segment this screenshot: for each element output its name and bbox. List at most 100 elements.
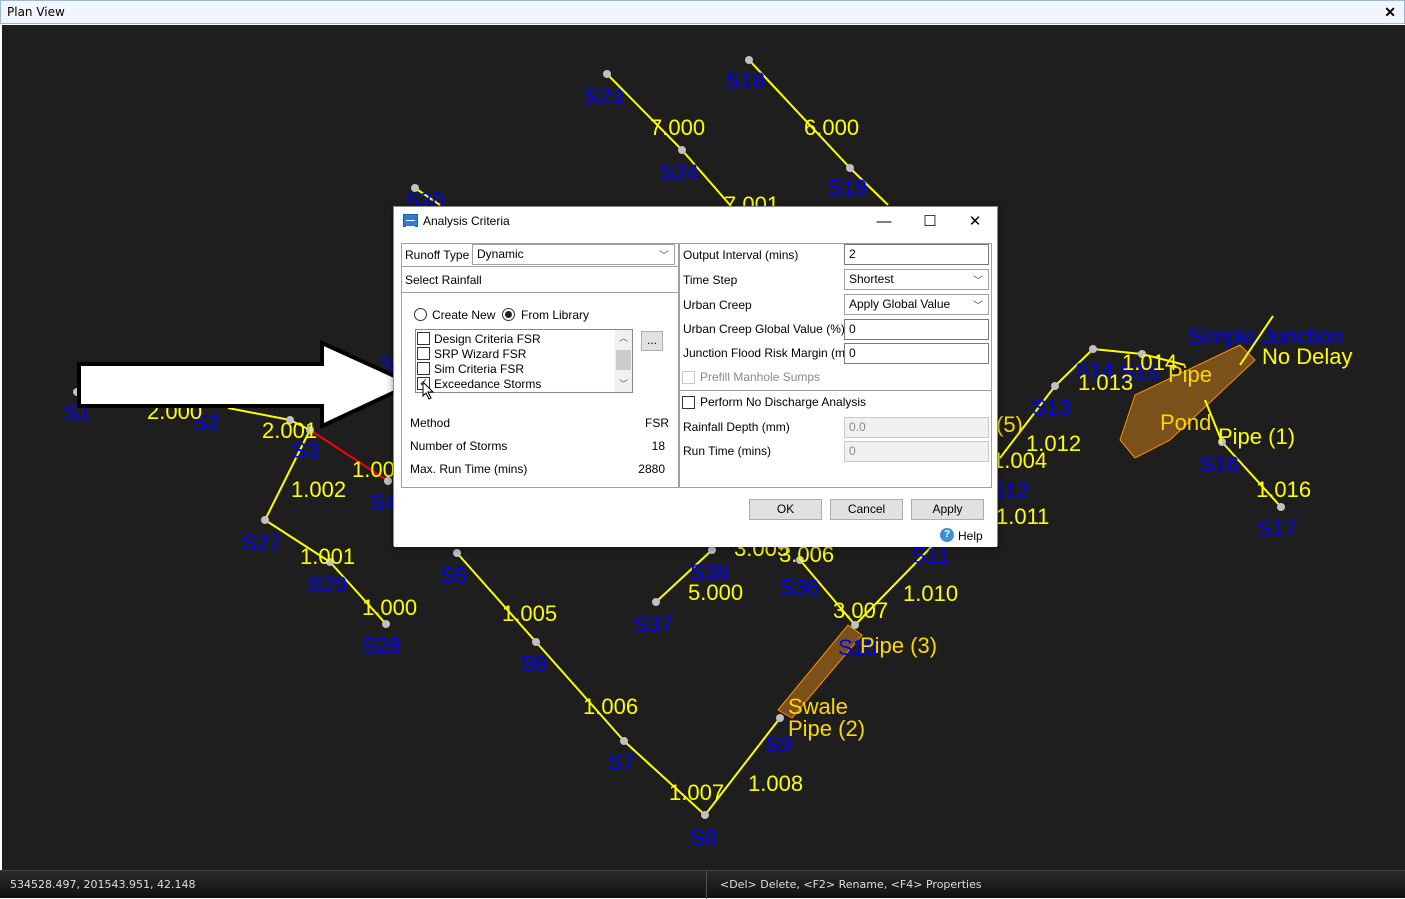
manhole-node[interactable] [1051, 382, 1059, 390]
runoff-type-value: Dynamic [477, 247, 524, 261]
list-item-label: SRP Wizard FSR [434, 347, 527, 361]
no-discharge-checkbox[interactable] [682, 396, 695, 409]
node-label: S18 [726, 68, 765, 93]
help-link[interactable]: Help [958, 529, 983, 543]
manhole-node[interactable] [846, 164, 854, 172]
list-item-label: Sim Criteria FSR [434, 362, 525, 376]
maximize-button[interactable]: ☐ [910, 211, 950, 233]
urban-creep-select[interactable]: Apply Global Value ﹀ [844, 294, 989, 315]
runoff-type-select[interactable]: Dynamic ﹀ [472, 244, 675, 265]
rainfall-depth-input[interactable]: 0.0 [844, 417, 989, 438]
node-label: S8 [690, 825, 717, 850]
browse-library-button[interactable]: ... [641, 331, 663, 351]
output-interval-label: Output Interval (mins) [683, 248, 799, 262]
run-time-label: Run Time (mins) [683, 444, 772, 458]
keyboard-hints: <Del> Delete, <F2> Rename, <F4> Properti… [720, 878, 982, 891]
minimize-button[interactable]: — [864, 211, 904, 233]
scroll-thumb[interactable] [616, 350, 631, 370]
annotation-arrow-icon [77, 340, 416, 430]
output-interval-input[interactable]: 2 [844, 244, 989, 265]
node-label: S19 [828, 175, 867, 200]
dialog-titlebar[interactable]: Analysis Criteria — ☐ ✕ [394, 207, 997, 237]
ok-button[interactable]: OK [749, 499, 822, 520]
list-item[interactable]: SRP Wizard FSR [417, 346, 617, 361]
from-library-radio[interactable] [502, 308, 515, 321]
node-label: S17 [1258, 516, 1297, 541]
manhole-node[interactable] [708, 546, 716, 554]
apply-button[interactable]: Apply [911, 499, 984, 520]
pipe-label: 1.011 [996, 504, 1049, 529]
node-label: S36 [780, 575, 819, 600]
manhole-node[interactable] [1277, 503, 1285, 511]
object-label: Pipe [1168, 362, 1212, 387]
help-icon[interactable]: ? [940, 528, 954, 542]
checkbox[interactable] [417, 347, 430, 361]
manhole-node[interactable] [453, 549, 461, 557]
close-icon[interactable]: ✕ [1384, 4, 1396, 21]
node-label: S37 [634, 612, 673, 637]
list-item[interactable]: Design Criteria FSR [417, 331, 617, 346]
create-new-label[interactable]: Create New [432, 308, 495, 322]
dialog-close-button[interactable]: ✕ [955, 211, 995, 233]
manhole-node[interactable] [745, 56, 753, 64]
status-bar: 534528.497, 201543.951, 42.148 <Del> Del… [0, 870, 1405, 899]
object-label: (5) [996, 412, 1023, 437]
list-item-label: Design Criteria FSR [434, 332, 541, 346]
scroll-down-icon[interactable]: ﹀ [615, 376, 632, 392]
object-label: Pond [1160, 410, 1211, 435]
divider [679, 390, 992, 391]
pipe-label: 1.008 [748, 771, 803, 796]
manhole-node[interactable] [261, 516, 269, 524]
pipe-label: 1.000 [362, 595, 417, 620]
status-divider [706, 871, 707, 899]
junction-flood-input[interactable]: 0 [844, 343, 989, 364]
select-rainfall-label: Select Rainfall [405, 273, 482, 287]
checkbox[interactable] [417, 362, 430, 376]
max-run-time-value: 2880 [638, 462, 665, 476]
manhole-node[interactable] [652, 598, 660, 606]
list-scrollbar[interactable]: ︿ ﹀ [615, 330, 632, 392]
node-label: S27 [242, 530, 281, 555]
max-run-time-label: Max. Run Time (mins) [410, 462, 528, 476]
from-library-label[interactable]: From Library [521, 308, 589, 322]
chevron-down-icon: ﹀ [659, 251, 669, 262]
list-item[interactable]: ✓Exceedance Storms [417, 376, 617, 391]
object-label: Pipe (3) [860, 633, 937, 658]
manhole-node[interactable] [701, 811, 709, 819]
urban-creep-label: Urban Creep [683, 298, 752, 312]
junction-flood-label: Junction Flood Risk Margin (mm) [683, 346, 860, 360]
pipe-label: 6.000 [804, 115, 859, 140]
pipe-label: 1.006 [583, 694, 638, 719]
manhole-node[interactable] [382, 620, 390, 628]
manhole-node[interactable] [1089, 345, 1097, 353]
pipe-1-005[interactable] [456, 552, 537, 643]
plan-view-titlebar: Plan View ✕ [0, 0, 1405, 24]
run-time-input[interactable]: 0 [844, 441, 989, 462]
pipe-label: 1.016 [1256, 477, 1311, 502]
object-label: No Delay [1262, 344, 1352, 369]
pipe-label: 5.000 [688, 580, 743, 605]
manhole-node[interactable] [603, 70, 611, 78]
prefill-manhole-checkbox[interactable] [682, 371, 695, 384]
no-discharge-label[interactable]: Perform No Discharge Analysis [700, 395, 866, 409]
pipe-1-006[interactable] [535, 641, 625, 742]
manhole-node[interactable] [776, 714, 784, 722]
urban-creep-global-input[interactable]: 0 [844, 319, 989, 340]
divider [401, 266, 679, 267]
pipe-label: 1.001 [300, 544, 355, 569]
window-title: Plan View [7, 5, 65, 19]
cancel-button[interactable]: Cancel [830, 499, 903, 520]
manhole-node[interactable] [678, 146, 686, 154]
checkbox[interactable] [417, 332, 430, 346]
urban-creep-global-label: Urban Creep Global Value (%) [683, 322, 845, 336]
time-step-select[interactable]: Shortest ﹀ [844, 269, 989, 290]
dialog-title: Analysis Criteria [423, 214, 510, 228]
scroll-up-icon[interactable]: ︿ [615, 330, 632, 346]
num-storms-label: Number of Storms [410, 439, 508, 453]
manhole-node[interactable] [532, 638, 540, 646]
time-step-value: Shortest [849, 272, 894, 286]
list-item[interactable]: Sim Criteria FSR [417, 361, 617, 376]
manhole-node[interactable] [620, 737, 628, 745]
create-new-radio[interactable] [414, 308, 427, 321]
rainfall-library-list[interactable]: Design Criteria FSR SRP Wizard FSR Sim C… [415, 329, 633, 393]
